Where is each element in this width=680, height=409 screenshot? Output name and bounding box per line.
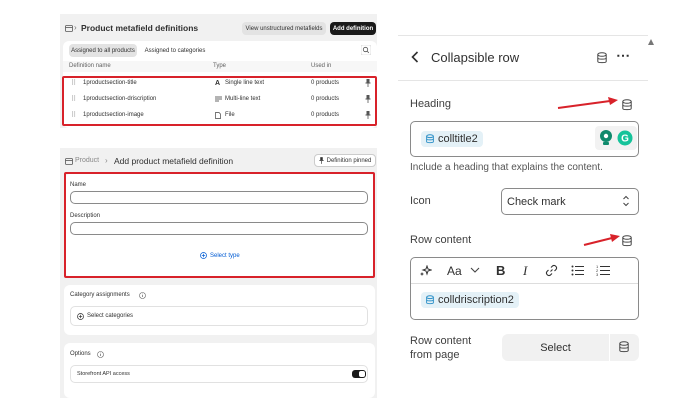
- bold-button[interactable]: B: [496, 263, 505, 278]
- options-title: Options: [70, 351, 91, 357]
- heading-field[interactable]: colltitle2 G: [410, 121, 639, 157]
- highlight-metafield-rows: [62, 76, 377, 126]
- row-content-editor[interactable]: Aa B I 123 colldriscription2: [410, 257, 639, 320]
- breadcrumb-separator: ›: [74, 23, 77, 32]
- highlight-definition-form: [64, 172, 375, 278]
- link-icon[interactable]: [545, 264, 558, 277]
- chevron-down-icon[interactable]: [470, 267, 480, 273]
- bulb-extension-icon[interactable]: [599, 130, 613, 146]
- breadcrumb-product[interactable]: Product: [75, 157, 99, 164]
- heading-help-text: Include a heading that explains the cont…: [410, 162, 603, 173]
- editor-title: Collapsible row: [431, 50, 520, 65]
- page-dynamic-source-button[interactable]: [610, 334, 639, 361]
- definition-pinned-button[interactable]: Definition pinned: [314, 154, 376, 167]
- row-content-dynamic-chip[interactable]: colldriscription2: [421, 292, 519, 308]
- dynamic-source-icon[interactable]: [597, 52, 607, 64]
- database-icon: [619, 341, 629, 353]
- row-content-from-page-label: Row content from page: [410, 335, 472, 361]
- database-icon: [426, 295, 434, 305]
- tab-categories[interactable]: Assigned to categories: [143, 44, 207, 57]
- editor-scrollbar[interactable]: [648, 39, 654, 45]
- heading-chip-label: colltitle2: [438, 133, 478, 145]
- column-type: Type: [213, 63, 227, 69]
- tab-all-products[interactable]: Assigned to all products: [69, 44, 137, 57]
- add-definition-title: Add product metafield definition: [114, 156, 234, 166]
- magic-sparkle-icon[interactable]: [419, 265, 432, 277]
- back-arrow-icon[interactable]: [411, 51, 419, 63]
- italic-button[interactable]: I: [523, 263, 527, 279]
- heading-label: Heading: [410, 98, 451, 110]
- options-card: Options Storefront API access: [64, 343, 375, 398]
- row-content-label: Row content: [410, 234, 472, 246]
- select-page-label: Select: [540, 341, 571, 354]
- column-definition-name: Definition name: [69, 63, 111, 69]
- svg-text:G: G: [621, 134, 629, 145]
- storefront-option-row: Storefront API access: [70, 365, 368, 383]
- category-assignments-card: Category assignments Select categories: [64, 285, 375, 335]
- info-icon[interactable]: [139, 292, 146, 299]
- extension-icons: G: [595, 126, 637, 150]
- rich-text-toolbar: Aa B I 123: [411, 258, 638, 284]
- row-content-chip-label: colldriscription2: [438, 294, 514, 306]
- numbered-list-icon[interactable]: 123: [596, 264, 610, 277]
- svg-text:3: 3: [596, 272, 599, 277]
- grammarly-icon[interactable]: G: [617, 130, 633, 146]
- info-icon[interactable]: [97, 351, 104, 358]
- add-definition-button[interactable]: Add definition: [330, 22, 376, 35]
- database-icon: [426, 134, 434, 144]
- plus-circle-icon: [77, 312, 84, 320]
- bullet-list-icon[interactable]: [571, 265, 584, 276]
- collapsible-row-editor: Collapsible row ⋯ Heading colltitle2 G I…: [398, 35, 654, 405]
- storefront-api-toggle[interactable]: [352, 370, 366, 378]
- select-page-button[interactable]: Select: [502, 334, 609, 361]
- storefront-api-label: Storefront API access: [77, 371, 130, 377]
- select-categories-button[interactable]: Select categories: [70, 306, 368, 326]
- search-icon[interactable]: [361, 45, 371, 55]
- table-header: Definition name Type Used in: [63, 61, 377, 72]
- red-arrow-annotation: [583, 234, 620, 246]
- metafields-folder-icon: [65, 25, 73, 32]
- more-options-icon[interactable]: ⋯: [616, 47, 630, 64]
- row-content-dynamic-source-icon[interactable]: [622, 235, 632, 247]
- editor-divider-bottom: [398, 80, 648, 81]
- page-title: Product metafield definitions: [81, 23, 199, 33]
- icon-label: Icon: [410, 195, 431, 207]
- pin-icon: [319, 157, 324, 164]
- select-categories-label: Select categories: [87, 313, 134, 319]
- editor-divider-top: [398, 35, 648, 36]
- icon-select[interactable]: Check mark: [501, 188, 639, 215]
- select-chevron-icon: [622, 194, 630, 208]
- category-assignments-title: Category assignments: [70, 292, 130, 298]
- breadcrumb-separator: ›: [105, 156, 108, 165]
- column-used-in: Used in: [311, 63, 332, 69]
- red-arrow-annotation: [557, 97, 618, 109]
- view-unstructured-button[interactable]: View unstructured metafields: [242, 22, 326, 35]
- definition-pinned-label: Definition pinned: [326, 157, 372, 164]
- product-folder-icon: [65, 158, 73, 165]
- heading-dynamic-source-icon[interactable]: [622, 99, 632, 111]
- heading-dynamic-chip[interactable]: colltitle2: [421, 131, 483, 147]
- toggle-knob: [359, 371, 365, 377]
- text-style-button[interactable]: Aa: [447, 264, 462, 278]
- icon-select-value: Check mark: [507, 196, 566, 208]
